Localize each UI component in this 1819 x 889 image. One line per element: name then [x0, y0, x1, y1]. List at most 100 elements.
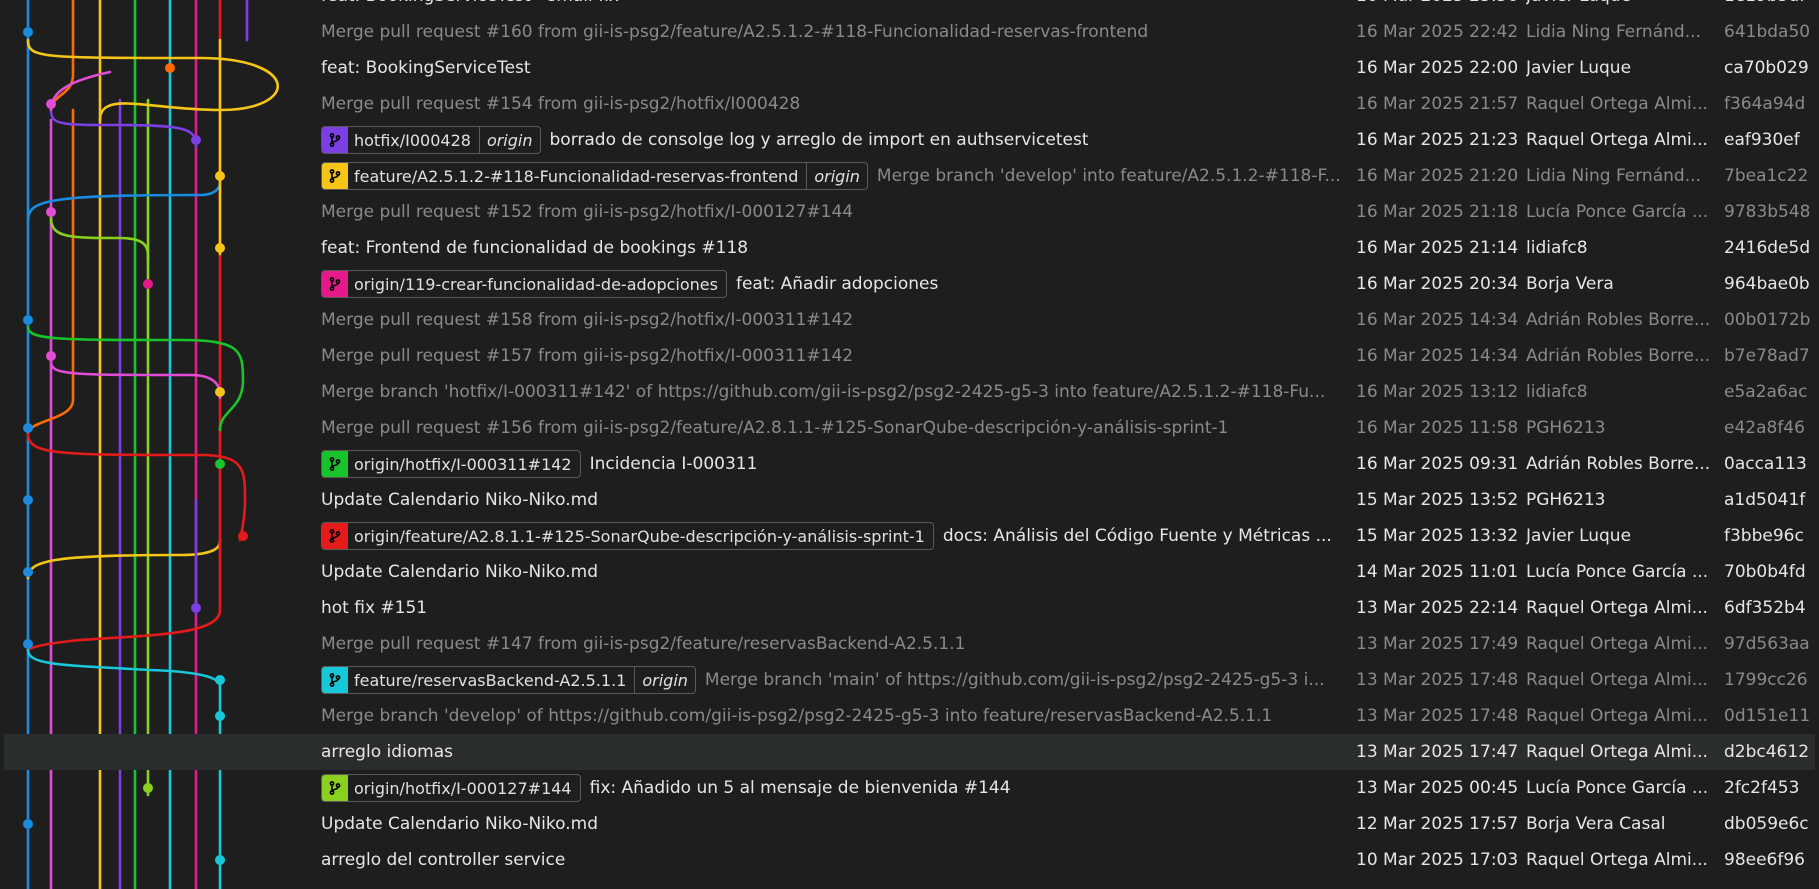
commit-author: Lidia Ning Fernánd... — [1526, 22, 1701, 42]
commit-date: 16 Mar 2025 22:00 — [1356, 58, 1519, 78]
commit-row[interactable]: Merge pull request #147 from gii-is-psg2… — [4, 626, 1815, 662]
commit-message: Merge branch 'develop' into feature/A2.5… — [876, 166, 1341, 186]
commit-message-cell: origin/hotfix/I-000127#144 fix: Añadido u… — [321, 770, 1341, 806]
commit-row[interactable]: Merge branch 'develop' of https://github… — [4, 698, 1815, 734]
commit-row[interactable]: feat: BookingServiceTest - small fix 16 M… — [4, 0, 1815, 14]
commit-hash: 0acca113 — [1724, 454, 1807, 474]
commit-hash: 7bea1c22 — [1724, 166, 1809, 186]
branch-ref-name: origin/hotfix/I-000311#142 — [354, 454, 572, 474]
commit-hash: db059e6c — [1724, 814, 1809, 834]
commit-row[interactable]: feat: BookingServiceTest 16 Mar 2025 22:0… — [4, 50, 1815, 86]
commit-row[interactable]: Merge pull request #158 from gii-is-psg2… — [4, 302, 1815, 338]
commit-hash: 2fc2f453 — [1724, 778, 1800, 798]
commit-message: Merge pull request #157 from gii-is-psg2… — [321, 346, 854, 366]
commit-message-cell: arreglo del controller service — [321, 842, 1341, 878]
commit-row[interactable]: Merge pull request #152 from gii-is-psg2… — [4, 194, 1815, 230]
branch-ref-origin: origin — [478, 127, 540, 153]
commit-message-cell: Merge branch 'hotfix/I-000311#142' of ht… — [321, 374, 1341, 410]
commit-message-cell: Merge pull request #160 from gii-is-psg2… — [321, 14, 1341, 50]
commit-message-cell: Merge pull request #154 from gii-is-psg2… — [321, 86, 1341, 122]
git-branch-icon — [322, 775, 348, 801]
commit-row[interactable]: feat: Frontend de funcionalidad de booki… — [4, 230, 1815, 266]
commit-message: borrado de consolge log y arreglo de imp… — [549, 130, 1089, 150]
commit-date: 12 Mar 2025 17:57 — [1356, 814, 1519, 834]
commit-message-cell: origin/hotfix/I-000311#142 Incidencia I-0… — [321, 446, 1341, 482]
commit-row[interactable]: feature/reservasBackend-A2.5.1.1 origin Me… — [4, 662, 1815, 698]
commit-message: Update Calendario Niko-Niko.md — [321, 562, 599, 582]
commit-message-cell: Update Calendario Niko-Niko.md — [321, 554, 1341, 590]
commit-date: 16 Mar 2025 21:14 — [1356, 238, 1519, 258]
commit-message-cell: origin/feature/A2.8.1.1-#125-SonarQube-d… — [321, 518, 1341, 554]
commit-hash: 6df352b4 — [1724, 598, 1806, 618]
commit-row[interactable]: Update Calendario Niko-Niko.md 15 Mar 202… — [4, 482, 1815, 518]
commit-row[interactable]: hotfix/I000428 origin borrado de consolge … — [4, 122, 1815, 158]
commit-date: 13 Mar 2025 17:47 — [1356, 742, 1519, 762]
commit-date: 16 Mar 2025 21:57 — [1356, 94, 1519, 114]
commit-author: Raquel Ortega Almi... — [1526, 706, 1708, 726]
commit-row[interactable]: Merge pull request #154 from gii-is-psg2… — [4, 86, 1815, 122]
commit-message: Update Calendario Niko-Niko.md — [321, 814, 599, 834]
commit-author: Adrián Robles Borre... — [1526, 310, 1711, 330]
branch-ref-badge[interactable]: feature/A2.5.1.2-#118-Funcionalidad-rese… — [321, 162, 868, 190]
commit-row[interactable]: origin/hotfix/I-000127#144 fix: Añadido u… — [4, 770, 1815, 806]
commit-message: Merge branch 'develop' of https://github… — [321, 706, 1273, 726]
commit-author: Raquel Ortega Almi... — [1526, 130, 1708, 150]
git-branch-icon — [322, 127, 348, 153]
commit-author: Adrián Robles Borre... — [1526, 346, 1711, 366]
commit-hash: e5a2a6ac — [1724, 382, 1808, 402]
commit-author: Raquel Ortega Almi... — [1526, 670, 1708, 690]
commit-author: Lucía Ponce García ... — [1526, 202, 1709, 222]
git-branch-icon — [322, 451, 348, 477]
commit-author: PGH6213 — [1526, 490, 1606, 510]
commit-hash: 00b0172b — [1724, 310, 1811, 330]
commit-date: 15 Mar 2025 13:32 — [1356, 526, 1519, 546]
commit-hash: 97d563aa — [1724, 634, 1810, 654]
commit-message: hot fix #151 — [321, 598, 428, 618]
commit-date: 13 Mar 2025 17:48 — [1356, 670, 1519, 690]
commit-date: 16 Mar 2025 21:23 — [1356, 130, 1519, 150]
commit-author: lidiafc8 — [1526, 238, 1588, 258]
commit-author: Javier Luque — [1526, 0, 1712, 6]
commit-date: 13 Mar 2025 22:14 — [1356, 598, 1519, 618]
commit-hash: ca70b029 — [1724, 58, 1809, 78]
commit-message-cell: feat: Frontend de funcionalidad de booki… — [321, 230, 1341, 266]
commit-row[interactable]: feature/A2.5.1.2-#118-Funcionalidad-rese… — [4, 158, 1815, 194]
commit-message: Merge pull request #156 from gii-is-psg2… — [321, 418, 1229, 438]
commit-author: Javier Luque — [1526, 58, 1632, 78]
commit-message-cell: feature/A2.5.1.2-#118-Funcionalidad-rese… — [321, 158, 1341, 194]
commit-row[interactable]: hot fix #151 13 Mar 2025 22:14 Raquel Orte… — [4, 590, 1815, 626]
commit-row[interactable]: Update Calendario Niko-Niko.md 12 Mar 202… — [4, 806, 1815, 842]
commit-row[interactable]: Merge pull request #156 from gii-is-psg2… — [4, 410, 1815, 446]
commit-row[interactable]: origin/119-crear-funcionalidad-de-adopci… — [4, 266, 1815, 302]
branch-ref-name: origin/hotfix/I-000127#144 — [354, 778, 572, 798]
commit-author: Borja Vera Casal — [1526, 814, 1666, 834]
branch-ref-badge[interactable]: feature/reservasBackend-A2.5.1.1 origin — [321, 666, 696, 694]
commit-hash: d2bc4612 — [1724, 742, 1810, 762]
commit-message: Incidencia I-000311 — [589, 454, 758, 474]
branch-ref-name: origin/feature/A2.8.1.1-#125-SonarQube-d… — [354, 526, 925, 546]
commit-row[interactable]: Update Calendario Niko-Niko.md 14 Mar 202… — [4, 554, 1815, 590]
commit-author: Lucía Ponce García ... — [1526, 562, 1709, 582]
commit-date: 15 Mar 2025 13:52 — [1356, 490, 1519, 510]
commit-row[interactable]: origin/hotfix/I-000311#142 Incidencia I-0… — [4, 446, 1815, 482]
commit-row[interactable]: arreglo del controller service 10 Mar 202… — [4, 842, 1815, 878]
commit-message: feat: BookingServiceTest - small fix — [321, 0, 619, 6]
commit-date: 13 Mar 2025 17:49 — [1356, 634, 1519, 654]
branch-ref-badge[interactable]: origin/hotfix/I-000311#142 — [321, 450, 581, 478]
branch-ref-badge[interactable]: origin/feature/A2.8.1.1-#125-SonarQube-d… — [321, 522, 934, 550]
commit-hash: f3bbe96c — [1724, 526, 1804, 546]
commit-row[interactable]: origin/feature/A2.8.1.1-#125-SonarQube-d… — [4, 518, 1815, 554]
commit-date: 13 Mar 2025 00:45 — [1356, 778, 1519, 798]
commit-row[interactable]: Merge pull request #157 from gii-is-psg2… — [4, 338, 1815, 374]
commit-row[interactable]: Merge pull request #160 from gii-is-psg2… — [4, 14, 1815, 50]
commit-message-cell: feature/reservasBackend-A2.5.1.1 origin Me… — [321, 662, 1341, 698]
branch-ref-badge[interactable]: origin/119-crear-funcionalidad-de-adopci… — [321, 270, 727, 298]
commit-message-cell: origin/119-crear-funcionalidad-de-adopci… — [321, 266, 1341, 302]
commit-message: Merge branch 'main' of https://github.co… — [704, 670, 1325, 690]
commit-message-cell: Merge pull request #158 from gii-is-psg2… — [321, 302, 1341, 338]
branch-ref-badge[interactable]: origin/hotfix/I-000127#144 — [321, 774, 581, 802]
commit-author: Raquel Ortega Almi... — [1526, 850, 1708, 870]
commit-row[interactable]: arreglo idiomas 13 Mar 2025 17:47 Raquel O… — [4, 734, 1815, 770]
branch-ref-badge[interactable]: hotfix/I000428 origin — [321, 126, 541, 154]
commit-row[interactable]: Merge branch 'hotfix/I-000311#142' of ht… — [4, 374, 1815, 410]
